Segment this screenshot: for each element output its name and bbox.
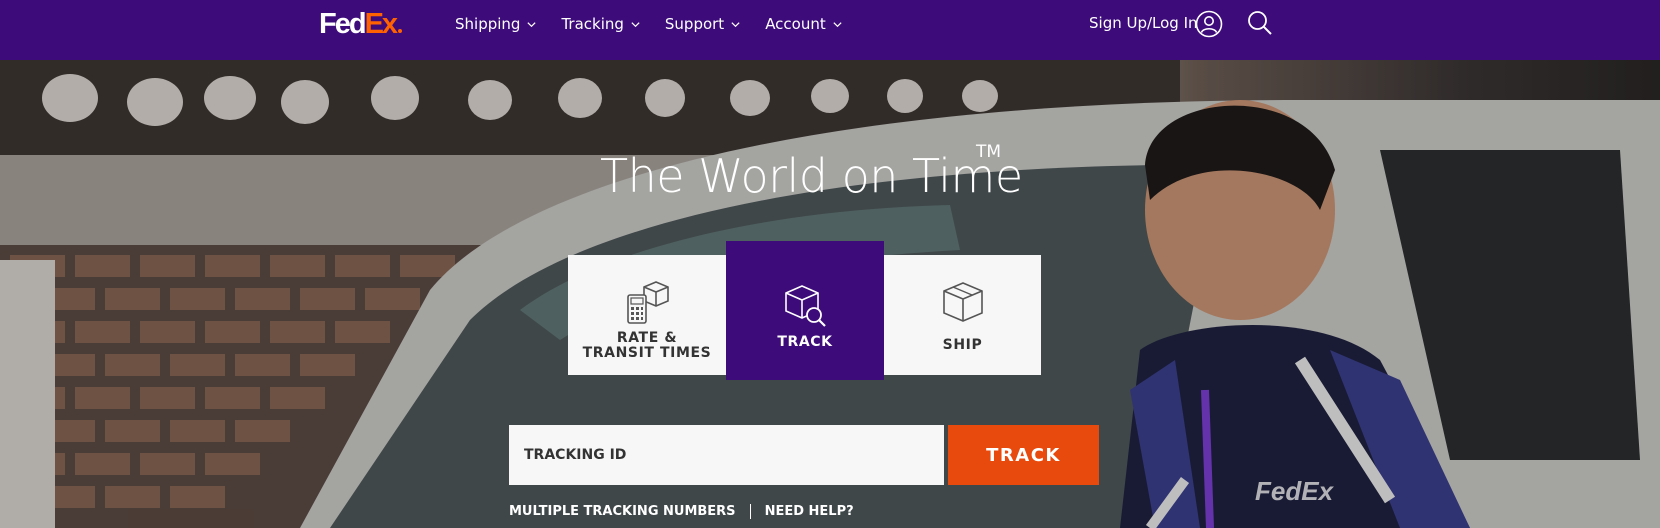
chevron-down-icon <box>527 21 537 27</box>
signin-link[interactable]: Sign Up/Log In <box>1089 13 1198 33</box>
tracking-id-input[interactable]: TRACKING ID <box>509 425 944 485</box>
menu-account-label: Account <box>765 15 826 33</box>
trademark-mark: TM <box>976 142 1002 162</box>
tracking-help-links: MULTIPLE TRACKING NUMBERS NEED HELP? <box>509 504 854 519</box>
top-nav: FedEx Shipping Tracking Support Account … <box>0 0 1660 60</box>
tile-rate-label: RATE & TRANSIT TIMES <box>583 331 712 361</box>
menu-support[interactable]: Support <box>665 13 741 35</box>
menu-tracking-label: Tracking <box>561 15 624 33</box>
menu-account[interactable]: Account <box>765 13 843 35</box>
tile-rate-label-line2: TRANSIT TIMES <box>582 345 712 361</box>
tile-ship-label: SHIP <box>942 337 983 353</box>
need-help-link[interactable]: NEED HELP? <box>765 504 854 519</box>
tile-rate-transit[interactable]: RATE & TRANSIT TIMES <box>568 255 726 375</box>
tile-rate-label-line1: RATE & <box>616 330 678 346</box>
track-button[interactable]: TRACK <box>948 425 1099 485</box>
fedex-logo[interactable]: FedEx <box>319 8 403 40</box>
user-icon[interactable] <box>1195 10 1223 38</box>
package-search-icon <box>785 285 826 327</box>
main-menu: Shipping Tracking Support Account <box>455 13 867 35</box>
chevron-down-icon <box>833 21 842 27</box>
tile-track[interactable]: TRACK <box>726 241 884 380</box>
calculator-box-icon <box>627 281 669 324</box>
tile-track-label: TRACK <box>777 334 833 350</box>
tile-ship[interactable]: SHIP <box>884 255 1041 375</box>
menu-shipping[interactable]: Shipping <box>455 13 537 35</box>
logo-ex-text: Ex <box>364 8 399 40</box>
logo-dot <box>398 29 403 33</box>
multiple-tracking-link[interactable]: MULTIPLE TRACKING NUMBERS <box>509 504 736 519</box>
chevron-down-icon <box>631 21 640 27</box>
chevron-down-icon <box>731 21 740 27</box>
package-icon <box>942 282 983 322</box>
logo-fed-text: Fed <box>319 8 367 40</box>
menu-shipping-label: Shipping <box>455 15 521 33</box>
menu-tracking[interactable]: Tracking <box>561 13 640 35</box>
hero-headline: The World on Time <box>600 149 1023 203</box>
menu-support-label: Support <box>664 15 725 33</box>
link-divider <box>749 504 751 519</box>
search-icon[interactable] <box>1246 9 1274 37</box>
